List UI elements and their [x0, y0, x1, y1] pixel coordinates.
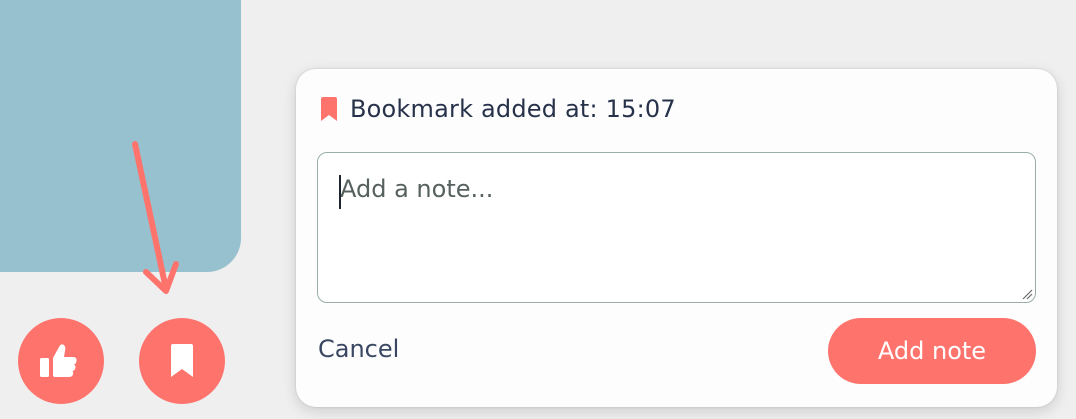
like-button[interactable]	[18, 318, 104, 404]
popup-title: Bookmark added at: 15:07	[350, 95, 676, 123]
bookmark-popup: Bookmark added at: 15:07 Add a note... C…	[296, 69, 1057, 407]
screen: Bookmark added at: 15:07 Add a note... C…	[0, 0, 1076, 419]
note-placeholder: Add a note...	[340, 175, 494, 203]
note-textarea[interactable]: Add a note...	[317, 152, 1036, 303]
resize-grip-icon[interactable]	[1021, 288, 1033, 300]
bookmark-icon	[321, 97, 337, 121]
text-caret	[339, 175, 341, 209]
thumbs-up-icon	[40, 344, 77, 377]
add-note-button[interactable]: Add note	[828, 318, 1036, 384]
popup-header: Bookmark added at: 15:07	[320, 93, 676, 125]
video-panel	[0, 0, 241, 272]
bookmark-icon	[171, 344, 193, 377]
cancel-button[interactable]: Cancel	[318, 335, 399, 363]
bookmark-button[interactable]	[139, 318, 225, 404]
